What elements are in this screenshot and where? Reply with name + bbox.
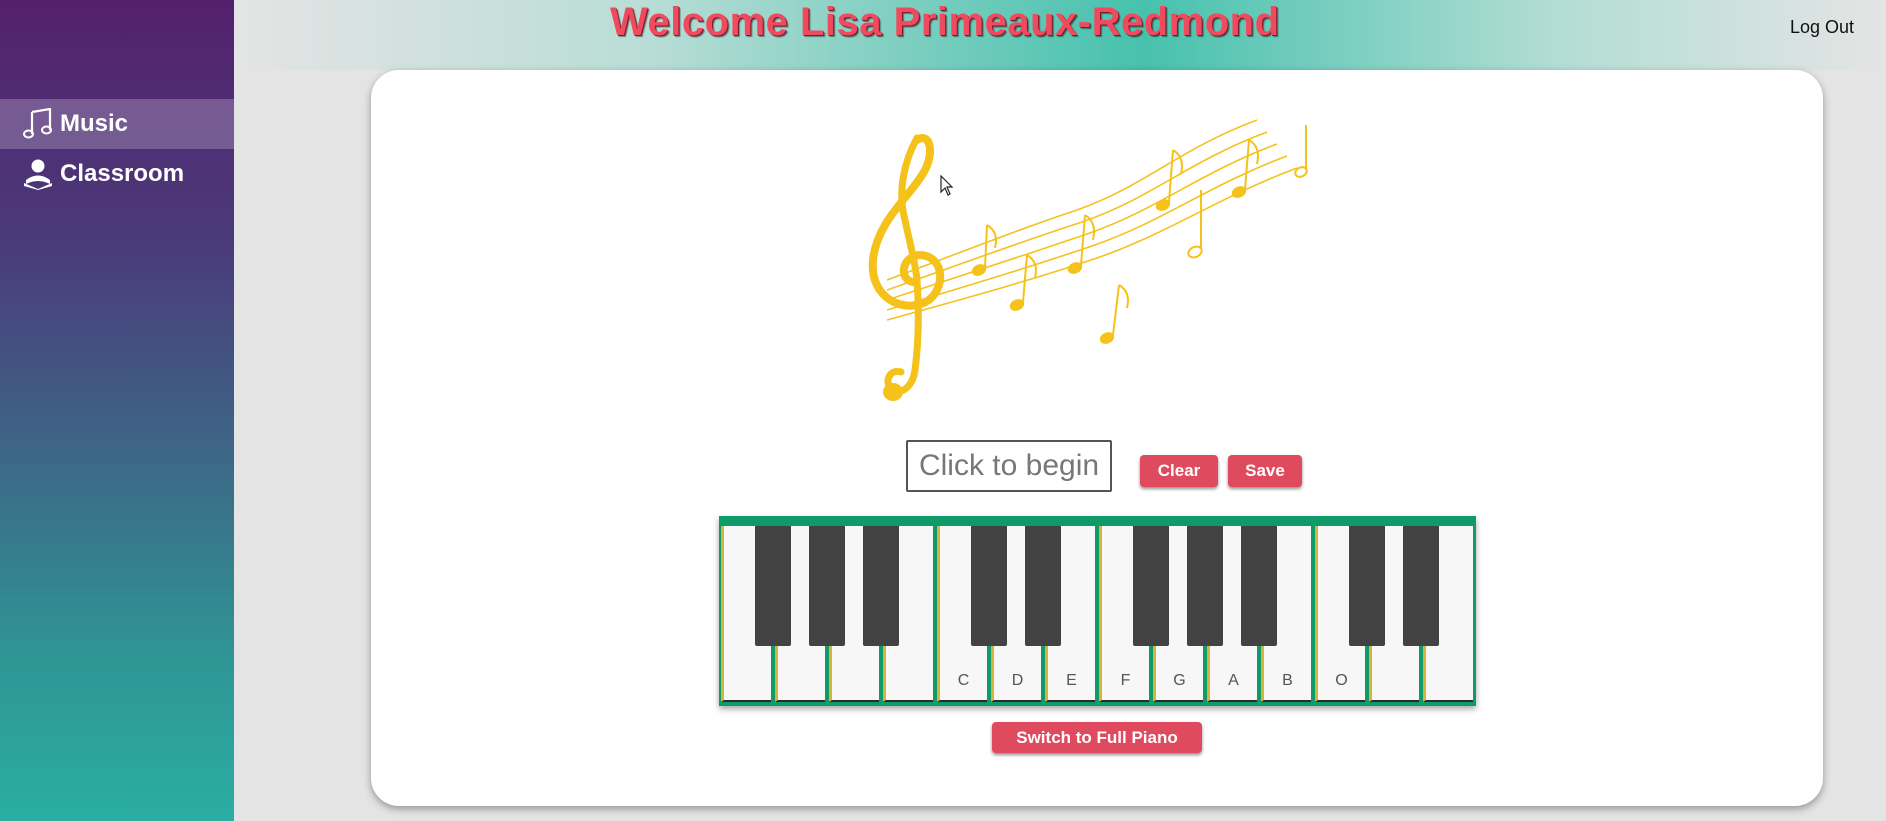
key-label: D bbox=[1011, 672, 1024, 689]
logout-link[interactable]: Log Out bbox=[1790, 17, 1854, 38]
welcome-title: Welcome Lisa Primeaux-Redmond bbox=[610, 0, 1280, 44]
piano-black-key[interactable] bbox=[1187, 526, 1223, 646]
person-reading-icon bbox=[22, 158, 54, 190]
piano-black-key[interactable] bbox=[1349, 526, 1385, 646]
clear-button[interactable]: Clear bbox=[1140, 455, 1218, 487]
music-note-icon bbox=[22, 108, 54, 140]
sidebar: Music Classroom bbox=[0, 0, 234, 821]
sidebar-item-music[interactable]: Music bbox=[0, 99, 234, 149]
piano-black-key[interactable] bbox=[1241, 526, 1277, 646]
key-label: C bbox=[957, 672, 970, 689]
piano-black-key[interactable] bbox=[755, 526, 791, 646]
key-label: F bbox=[1120, 672, 1131, 689]
piano-black-key[interactable] bbox=[863, 526, 899, 646]
sidebar-item-classroom[interactable]: Classroom bbox=[0, 149, 234, 199]
piano-black-key[interactable] bbox=[1133, 526, 1169, 646]
treble-clef-music-notes-image bbox=[868, 119, 1308, 401]
key-label: G bbox=[1173, 672, 1186, 689]
sidebar-item-label: Classroom bbox=[60, 160, 185, 187]
piano-keyboard: C D E F G A B O bbox=[719, 516, 1476, 706]
key-label: A bbox=[1228, 672, 1239, 689]
piano-black-key[interactable] bbox=[1025, 526, 1061, 646]
key-label: E bbox=[1066, 672, 1077, 689]
key-label: O bbox=[1335, 672, 1348, 689]
mouse-cursor-icon bbox=[940, 175, 954, 196]
piano-black-key[interactable] bbox=[971, 526, 1007, 646]
switch-to-full-piano-button[interactable]: Switch to Full Piano bbox=[992, 722, 1202, 753]
key-label: B bbox=[1282, 672, 1293, 689]
piano-black-key[interactable] bbox=[809, 526, 845, 646]
note-output-field[interactable]: Click to begin bbox=[906, 440, 1112, 492]
header-bar: Welcome Lisa Primeaux-Redmond Log Out bbox=[234, 0, 1886, 70]
piano-black-key[interactable] bbox=[1403, 526, 1439, 646]
sidebar-item-label: Music bbox=[60, 110, 129, 137]
save-button[interactable]: Save bbox=[1228, 455, 1302, 487]
